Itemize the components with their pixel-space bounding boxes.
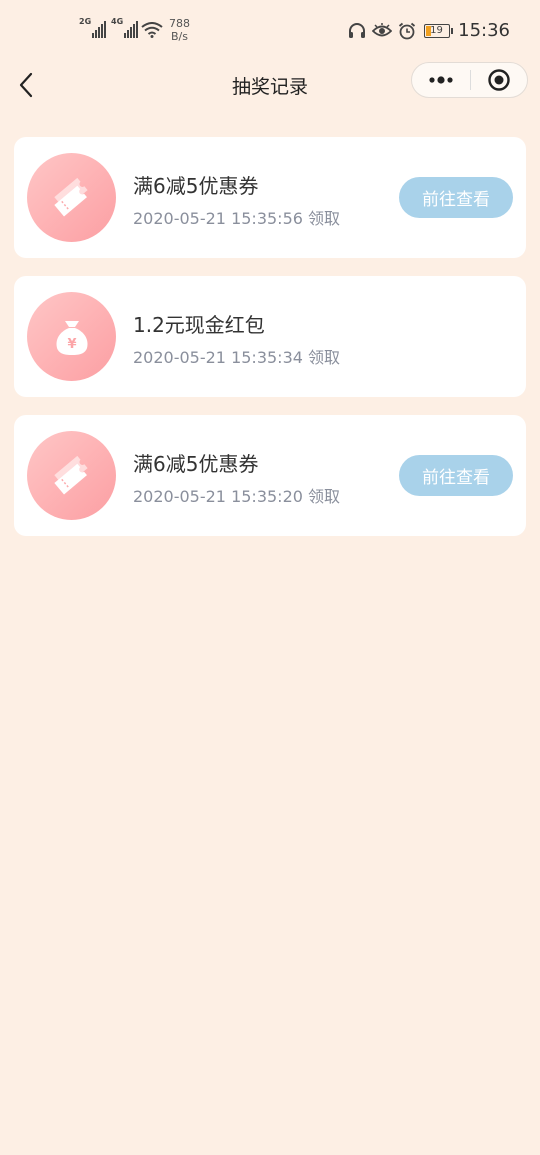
status-bar: 2G 4G 788 B/s 19 15:36 [0,0,540,62]
money-bag-icon: ¥ [27,292,116,381]
network-speed: 788 B/s [169,17,190,43]
coupon-icon [27,153,116,242]
nav-bar: 抽奖记录 [0,62,540,108]
headphones-icon [348,22,366,40]
sim2-signal-icon: 4G [111,18,139,38]
sim1-network-type: 2G [79,17,92,26]
close-mini-program-button[interactable] [471,63,527,97]
mini-program-capsule [411,62,528,98]
view-button[interactable]: 前往查看 [399,177,513,218]
target-close-icon [488,69,510,91]
battery-icon: 19 [424,23,454,38]
alarm-icon [398,22,416,40]
view-button[interactable]: 前往查看 [399,455,513,496]
record-time: 2020-05-21 15:35:20 领取 [133,487,341,506]
record-title: 满6减5优惠券 [133,452,259,476]
record-title: 1.2元现金红包 [133,313,265,337]
record-card: 满6减5优惠券 2020-05-21 15:35:56 领取 前往查看 [14,137,526,258]
svg-text:¥: ¥ [67,337,76,352]
sim2-network-type: 4G [111,17,124,26]
battery-level: 19 [430,24,443,36]
record-time: 2020-05-21 15:35:34 领取 [133,348,341,367]
more-button[interactable] [412,63,470,97]
record-title: 满6减5优惠券 [133,174,259,198]
record-card: 满6减5优惠券 2020-05-21 15:35:20 领取 前往查看 [14,415,526,536]
record-time: 2020-05-21 15:35:56 领取 [133,209,341,228]
more-dots-icon [429,76,453,84]
eye-icon [372,22,393,39]
status-time: 15:36 [458,20,510,41]
wifi-icon [141,22,163,42]
coupon-icon [27,431,116,520]
network-speed-unit: B/s [171,30,188,43]
lottery-record-list: 满6减5优惠券 2020-05-21 15:35:56 领取 前往查看 ¥ 1.… [14,137,526,554]
record-card: ¥ 1.2元现金红包 2020-05-21 15:35:34 领取 [14,276,526,397]
network-speed-value: 788 [169,17,190,30]
sim1-signal-icon: 2G [79,18,107,38]
